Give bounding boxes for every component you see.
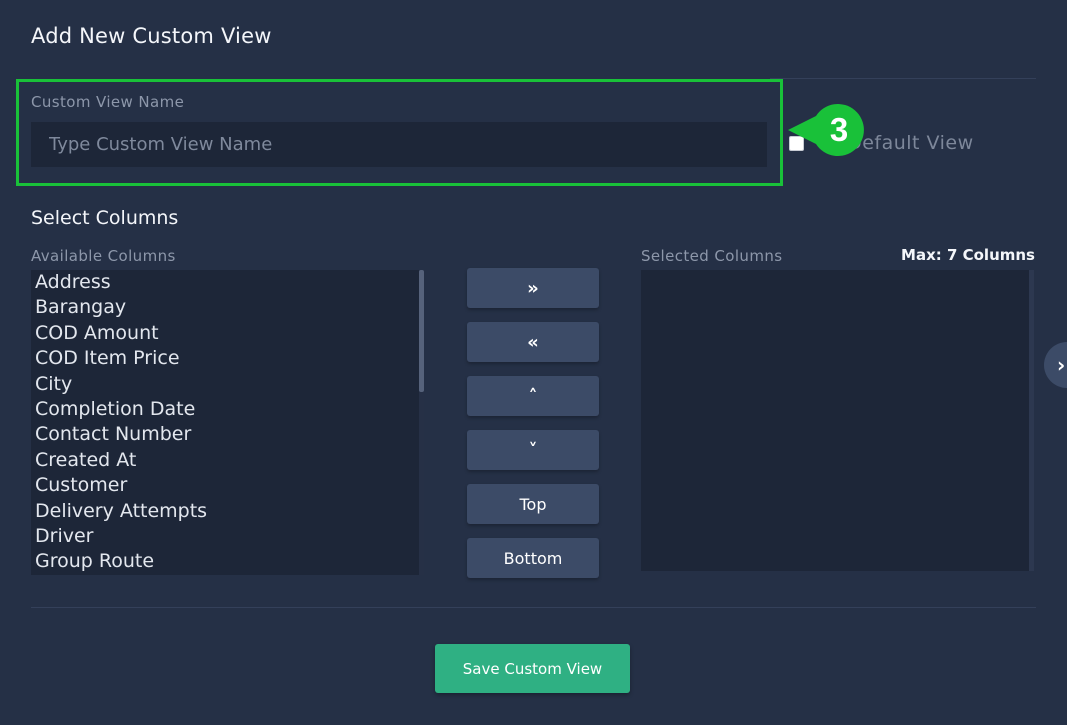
chevron-right-icon[interactable]: › [1057,353,1065,377]
list-item[interactable]: COD Amount [31,321,424,346]
selected-list-scrollbar[interactable] [1029,270,1034,571]
selected-columns-list[interactable] [641,270,1034,571]
available-columns-label: Available Columns [31,247,176,265]
available-list-scrollbar-thumb[interactable] [419,270,424,392]
double-chevron-right-icon: » [527,277,539,299]
footer-divider [31,607,1036,608]
list-item[interactable]: Contact Number [31,422,424,447]
move-down-button[interactable]: ˅ [467,430,599,470]
header-divider [770,78,1036,79]
list-item[interactable]: Completion Date [31,397,424,422]
double-chevron-left-icon: « [527,331,539,353]
step-callout-number: 3 [829,111,849,148]
custom-view-name-input[interactable] [31,122,767,167]
page-title: Add New Custom View [31,24,272,48]
selected-columns-label: Selected Columns [641,247,783,265]
list-item[interactable]: City [31,372,424,397]
list-item[interactable]: Driver [31,524,424,549]
remove-column-button[interactable]: « [467,322,599,362]
add-column-button[interactable]: » [467,268,599,308]
max-columns-label: Max: 7 Columns [901,246,1035,264]
list-item[interactable]: Group Route [31,549,424,574]
available-columns-list[interactable]: Address Barangay COD Amount COD Item Pri… [31,270,424,575]
select-columns-title: Select Columns [31,207,179,229]
list-item[interactable]: Delivery Attempts [31,499,424,524]
move-up-button[interactable]: ˄ [467,376,599,416]
chevron-down-icon: ˅ [528,439,538,461]
move-bottom-button[interactable]: Bottom [467,538,599,578]
list-item[interactable]: Address [31,270,424,295]
save-custom-view-button[interactable]: Save Custom View [435,644,630,693]
list-item[interactable]: Barangay [31,295,424,320]
move-top-button[interactable]: Top [467,484,599,524]
list-item[interactable]: Customer [31,473,424,498]
custom-view-name-label: Custom View Name [31,93,185,111]
chevron-up-icon: ˄ [528,385,538,407]
list-item[interactable]: COD Item Price [31,346,424,371]
list-item[interactable]: Created At [31,448,424,473]
